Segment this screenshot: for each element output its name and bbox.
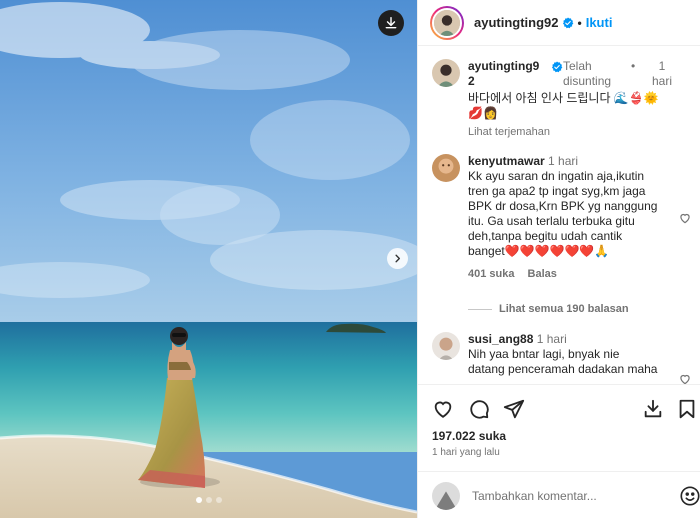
comment-text: Kk ayu saran dn ingatin aja,ikutin tren … (468, 169, 658, 258)
post-actions: 197.022 suka 1 hari yang lalu (418, 384, 700, 518)
carousel-dot (215, 497, 222, 503)
avatar-image (432, 59, 460, 87)
avatar-image (434, 9, 460, 36)
comment-icon[interactable] (468, 398, 490, 420)
view-replies-row[interactable]: Lihat semua 190 balasan (432, 303, 692, 319)
header-separator: • (577, 15, 582, 30)
avatar-image (432, 332, 460, 360)
verified-badge-icon (562, 17, 573, 28)
add-comment-row (418, 471, 700, 518)
comment-likes[interactable]: 401 suka (468, 268, 514, 280)
posted-time: 1 hari yang lalu (432, 447, 500, 458)
current-user-avatar (432, 481, 460, 510)
add-comment-input[interactable] (472, 488, 672, 503)
comments-list[interactable]: ayutingting9 2 Telah disunting • 1 hari … (418, 47, 700, 384)
beach-scene-image (0, 0, 417, 518)
download-icon (385, 17, 397, 29)
view-replies-link[interactable]: Lihat semua 190 balasan (499, 303, 629, 315)
post-side-panel: ayutingting92 • Ikuti ayutingting9 2 Tel… (417, 0, 700, 518)
post-photo[interactable] (0, 0, 417, 518)
like-heart-icon[interactable] (432, 398, 454, 420)
download-button[interactable] (378, 10, 404, 36)
see-translation-link[interactable]: Lihat terjemahan (468, 125, 688, 140)
caption-username[interactable]: ayutingting9 2 (468, 59, 539, 89)
share-icon[interactable] (503, 398, 525, 420)
next-slide-button[interactable] (387, 248, 408, 269)
commenter-avatar[interactable] (432, 332, 460, 360)
avatar-image (432, 154, 460, 182)
follow-button[interactable]: Ikuti (586, 15, 613, 30)
comment-item: susi_ang88 1 hari Nih yaa bntar lagi, bn… (432, 332, 692, 384)
caption-item: ayutingting9 2 Telah disunting • 1 hari … (432, 59, 692, 138)
commenter-avatar[interactable] (432, 154, 460, 182)
carousel-dot (195, 497, 202, 503)
post-header: ayutingting92 • Ikuti (418, 0, 700, 46)
comment-username[interactable]: kenyutmawar (468, 154, 545, 168)
carousel-indicator (0, 497, 417, 503)
carousel-dot (205, 497, 212, 503)
chevron-right-icon (395, 254, 401, 263)
bookmark-icon[interactable] (676, 398, 698, 420)
caption-avatar[interactable] (432, 59, 460, 87)
caption-time: 1 hari (652, 59, 673, 88)
author-avatar[interactable] (430, 5, 464, 40)
comment-item: kenyutmawar 1 hari Kk ayu saran dn ingat… (432, 154, 692, 289)
comment-time: 1 hari (536, 332, 567, 346)
edited-label: Telah disunting (563, 59, 612, 88)
caption-separator: • (631, 59, 636, 73)
caption-text: 바다에서 아침 인사 드립니다 🌊👙🌞 💋👩 (468, 91, 659, 120)
download-icon[interactable] (642, 398, 664, 420)
avatar-image (432, 481, 460, 510)
replies-divider (468, 309, 492, 310)
author-username[interactable]: ayutingting92 (474, 15, 559, 30)
comment-username[interactable]: susi_ang88 (468, 332, 533, 346)
heart-icon[interactable] (678, 211, 692, 225)
verified-badge-icon (551, 61, 563, 73)
comment-time: 1 hari (548, 154, 579, 168)
comment-text: Nih yaa bntar lagi, bnyak nie datang pen… (468, 347, 658, 376)
heart-icon[interactable] (678, 372, 692, 384)
emoji-icon[interactable] (679, 485, 700, 507)
likes-count[interactable]: 197.022 suka (432, 429, 506, 443)
reply-button[interactable]: Balas (528, 268, 557, 280)
